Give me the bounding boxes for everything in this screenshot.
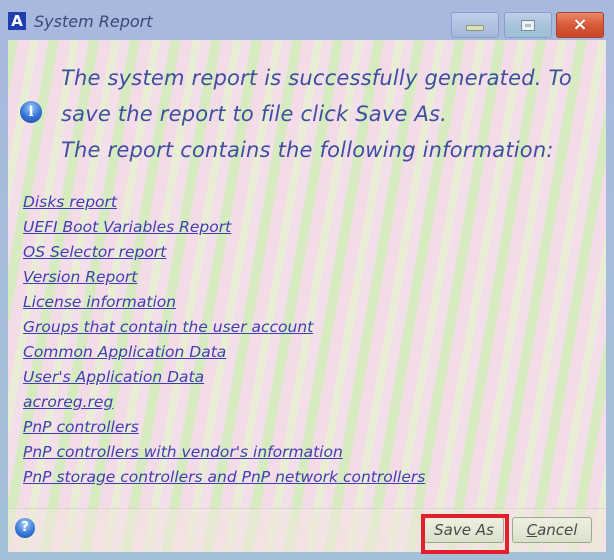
link-pnp-controllers[interactable]: PnP controllers (23, 415, 425, 440)
dialog-content: i The system report is successfully gene… (8, 40, 606, 552)
dialog-footer: ? Save As Cancel (8, 508, 606, 552)
minimize-icon (466, 25, 484, 31)
acronis-app-icon: A (8, 12, 26, 30)
link-acroreg-reg[interactable]: acroreg.reg (23, 390, 425, 415)
link-version-report[interactable]: Version Report (23, 265, 425, 290)
link-uefi-boot-variables-report[interactable]: UEFI Boot Variables Report (23, 215, 425, 240)
link-users-application-data[interactable]: User's Application Data (23, 365, 425, 390)
close-icon: × (572, 14, 588, 35)
link-pnp-controllers-vendor[interactable]: PnP controllers with vendor's informatio… (23, 440, 425, 465)
message-line: The system report is successfully genera… (61, 66, 572, 90)
info-icon: i (20, 101, 42, 123)
message-line: The report contains the following inform… (61, 138, 554, 162)
minimize-button[interactable] (451, 12, 499, 38)
report-message: The system report is successfully genera… (61, 60, 601, 168)
link-groups-user-account[interactable]: Groups that contain the user account (23, 315, 425, 340)
link-os-selector-report[interactable]: OS Selector report (23, 240, 425, 265)
window-title: System Report (34, 12, 153, 31)
report-contents-list: Disks report UEFI Boot Variables Report … (23, 190, 425, 490)
cancel-button[interactable]: Cancel (512, 517, 592, 543)
link-pnp-storage-network-controllers[interactable]: PnP storage controllers and PnP network … (23, 465, 425, 490)
link-license-information[interactable]: License information (23, 290, 425, 315)
message-line: save the report to file click Save As. (61, 102, 448, 126)
save-as-button[interactable]: Save As (424, 517, 504, 543)
help-icon[interactable]: ? (15, 518, 35, 538)
system-report-window: A System Report × i The system report is… (0, 0, 614, 560)
maximize-icon (521, 19, 535, 31)
title-bar[interactable]: A System Report × (0, 0, 614, 40)
link-common-application-data[interactable]: Common Application Data (23, 340, 425, 365)
cancel-label: ancel (537, 521, 578, 539)
close-button[interactable]: × (556, 12, 604, 38)
link-disks-report[interactable]: Disks report (23, 190, 425, 215)
cancel-accelerator: C (526, 521, 538, 539)
maximize-button[interactable] (504, 12, 552, 38)
